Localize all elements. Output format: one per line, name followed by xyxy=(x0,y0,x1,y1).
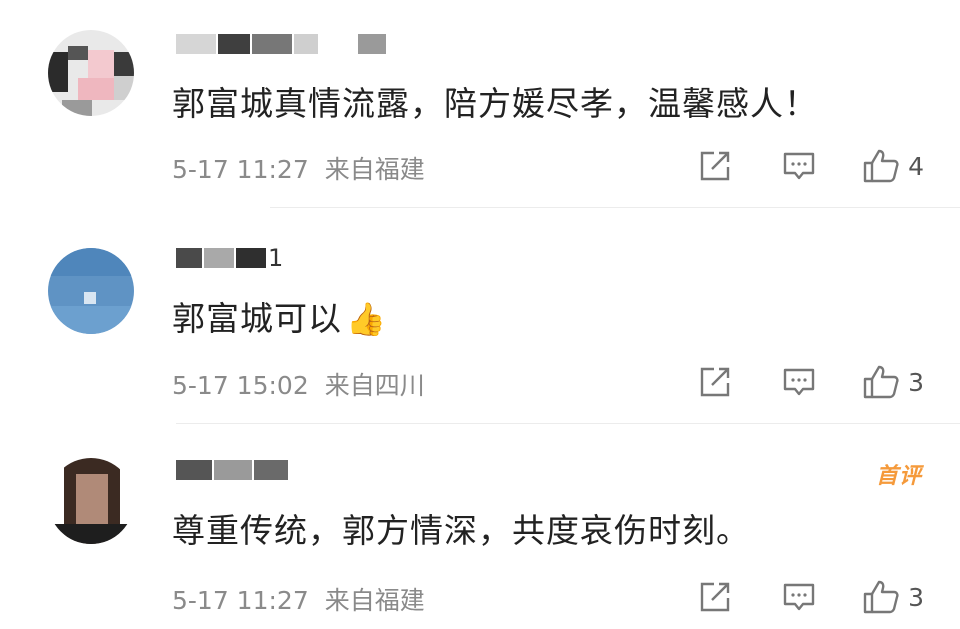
comment-item: 1 郭富城可以 👍 5-17 15:02 来自四川 3 xyxy=(0,208,960,424)
thumbs-up-emoji: 👍 xyxy=(346,300,387,338)
comment-meta: 5-17 15:02 来自四川 xyxy=(172,366,425,402)
comment-actions: 3 xyxy=(698,362,924,402)
comment-time: 5-17 11:27 xyxy=(172,155,309,184)
comment-icon xyxy=(783,368,815,396)
comment-time: 5-17 11:27 xyxy=(172,586,309,615)
redacted-name xyxy=(204,248,234,268)
first-comment-badge: 首评 xyxy=(875,464,922,489)
comment-text: 郭富城真情流露，陪方媛尽孝，温馨感人！ xyxy=(172,84,818,123)
comment-actions: 3 xyxy=(698,577,924,617)
redacted-name xyxy=(294,34,318,54)
redacted-name xyxy=(176,460,212,480)
username[interactable] xyxy=(176,456,290,484)
comment-actions: 4 xyxy=(698,146,924,186)
reply-button[interactable] xyxy=(782,365,816,399)
redacted-name xyxy=(176,248,202,268)
reply-button[interactable] xyxy=(782,580,816,614)
redacted-name xyxy=(176,34,216,54)
share-button[interactable] xyxy=(698,580,732,614)
comment-text-body: 郭富城可以 xyxy=(172,299,342,338)
share-icon xyxy=(700,582,730,612)
comment-item: 首评 尊重传统，郭方情深，共度哀伤时刻。 5-17 11:27 来自福建 3 xyxy=(0,424,960,629)
thumbs-up-icon xyxy=(863,149,899,183)
username-text: 1 xyxy=(268,244,284,272)
like-button[interactable]: 3 xyxy=(862,363,924,401)
reply-button[interactable] xyxy=(782,149,816,183)
avatar[interactable] xyxy=(48,30,134,116)
avatar[interactable] xyxy=(48,458,134,544)
username[interactable] xyxy=(176,30,388,58)
comment-text: 尊重传统，郭方情深，共度哀伤时刻。 xyxy=(172,511,750,550)
redacted-name xyxy=(358,34,386,54)
redacted-name xyxy=(252,34,292,54)
comment-text: 郭富城可以 👍 xyxy=(172,292,387,340)
thumbs-up-icon xyxy=(863,365,899,399)
share-icon xyxy=(700,367,730,397)
share-button[interactable] xyxy=(698,365,732,399)
comment-meta: 5-17 11:27 来自福建 xyxy=(172,150,425,186)
username[interactable]: 1 xyxy=(176,244,283,272)
comment-location: 来自福建 xyxy=(324,155,425,184)
redacted-name xyxy=(214,460,252,480)
like-button[interactable]: 3 xyxy=(862,578,924,616)
like-count: 4 xyxy=(908,151,924,181)
comment-location: 来自四川 xyxy=(324,371,425,400)
redacted-name xyxy=(236,248,266,268)
like-button[interactable]: 4 xyxy=(862,147,924,185)
comment-item: 郭富城真情流露，陪方媛尽孝，温馨感人！ 5-17 11:27 来自福建 4 xyxy=(0,0,960,208)
comment-icon xyxy=(783,583,815,611)
thumbs-up-icon xyxy=(863,580,899,614)
comment-meta: 5-17 11:27 来自福建 xyxy=(172,581,425,617)
comment-time: 5-17 15:02 xyxy=(172,371,309,400)
redacted-name xyxy=(218,34,250,54)
redacted-name xyxy=(254,460,288,480)
comment-icon xyxy=(783,152,815,180)
like-count: 3 xyxy=(908,582,924,612)
share-button[interactable] xyxy=(698,149,732,183)
avatar[interactable] xyxy=(48,248,134,334)
like-count: 3 xyxy=(908,367,924,397)
comment-location: 来自福建 xyxy=(324,586,425,615)
share-icon xyxy=(700,151,730,181)
redacted-name xyxy=(320,34,356,54)
